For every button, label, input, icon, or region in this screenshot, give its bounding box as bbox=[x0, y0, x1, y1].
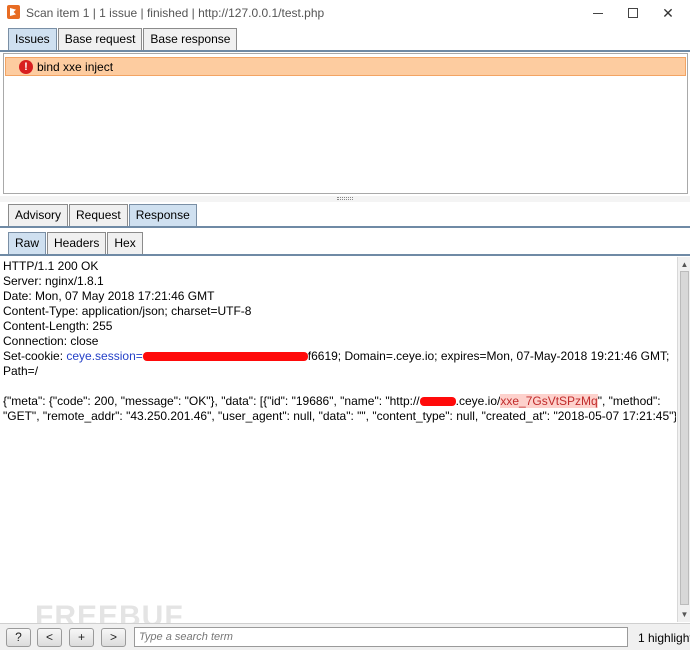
title-bar: Scan item 1 | 1 issue | finished | http:… bbox=[0, 0, 690, 26]
tab-raw[interactable]: Raw bbox=[8, 232, 47, 254]
issue-label: bind xxe inject bbox=[37, 59, 114, 74]
exclamation-icon: ! bbox=[19, 59, 33, 74]
redaction-mark bbox=[419, 397, 456, 407]
response-header: Content-Length: 255 bbox=[3, 319, 113, 333]
search-input[interactable] bbox=[134, 627, 628, 647]
tab-divider bbox=[0, 226, 690, 228]
maximize-button[interactable] bbox=[618, 2, 648, 24]
detail-tab-strip: Advisory Request Response bbox=[8, 204, 197, 226]
tab-response[interactable]: Response bbox=[128, 204, 197, 226]
response-header: Content-Type: application/json; charset=… bbox=[3, 304, 252, 318]
scroll-down-icon[interactable]: ▼ bbox=[679, 609, 690, 620]
minimize-button[interactable] bbox=[583, 2, 613, 24]
burp-app-icon bbox=[7, 5, 20, 19]
view-tab-strip: Raw Headers Hex bbox=[8, 232, 143, 254]
search-highlight: xxe_7GsVtSPzMq bbox=[500, 394, 598, 408]
minimize-icon bbox=[593, 12, 603, 14]
vertical-scrollbar[interactable]: ▲ ▼ bbox=[677, 257, 690, 622]
issues-list: ! bind xxe inject bbox=[3, 53, 688, 194]
highlight-count: 1 highlight bbox=[638, 631, 690, 645]
window-title: Scan item 1 | 1 issue | finished | http:… bbox=[26, 6, 325, 20]
scroll-up-icon[interactable]: ▲ bbox=[679, 259, 690, 270]
top-tab-strip: Issues Base request Base response bbox=[8, 28, 238, 50]
splitter-grip-icon[interactable] bbox=[337, 197, 353, 200]
response-body-line: {"meta": {"code": 200, "message": "OK"},… bbox=[3, 394, 661, 408]
next-match-button[interactable]: > bbox=[101, 628, 126, 647]
response-header: Server: nginx/1.8.1 bbox=[3, 274, 104, 288]
set-cookie-label: Set-cookie: bbox=[3, 349, 67, 363]
maximize-icon bbox=[628, 8, 638, 18]
response-header: Path=/ bbox=[3, 364, 39, 378]
previous-match-button[interactable]: < bbox=[37, 628, 62, 647]
response-header: Date: Mon, 07 May 2018 17:21:46 GMT bbox=[3, 289, 215, 303]
tab-request[interactable]: Request bbox=[69, 204, 128, 226]
cookie-name: ceye.session= bbox=[66, 349, 143, 363]
help-button[interactable]: ? bbox=[6, 628, 31, 647]
tab-base-request[interactable]: Base request bbox=[57, 28, 143, 50]
tab-divider bbox=[0, 50, 690, 52]
tab-headers[interactable]: Headers bbox=[47, 232, 107, 254]
tab-advisory[interactable]: Advisory bbox=[8, 204, 69, 226]
tab-base-response[interactable]: Base response bbox=[143, 28, 238, 50]
search-toolbar: ? < + > 1 highlight bbox=[0, 623, 690, 650]
response-header: Connection: close bbox=[3, 334, 99, 348]
body-text: ", "method": bbox=[597, 394, 661, 408]
cookie-attributes: f6619; Domain=.ceye.io; expires=Mon, 07-… bbox=[307, 349, 670, 363]
response-raw-view[interactable]: HTTP/1.1 200 OK Server: nginx/1.8.1 Date… bbox=[0, 257, 676, 622]
set-cookie-header: Set-cookie: ceye.session= f6619; Domain=.… bbox=[3, 349, 669, 363]
close-icon: ✕ bbox=[662, 4, 674, 21]
tab-hex[interactable]: Hex bbox=[107, 232, 143, 254]
close-button[interactable]: ✕ bbox=[653, 2, 683, 24]
response-body-line: "GET", "remote_addr": "43.250.201.46", "… bbox=[3, 409, 676, 423]
tab-divider bbox=[0, 254, 690, 256]
redaction-mark bbox=[142, 352, 308, 362]
body-text: .ceye.io/ bbox=[455, 394, 501, 408]
response-status-line: HTTP/1.1 200 OK bbox=[3, 259, 99, 273]
add-button[interactable]: + bbox=[69, 628, 94, 647]
body-text: {"meta": {"code": 200, "message": "OK"},… bbox=[3, 394, 420, 408]
tab-issues[interactable]: Issues bbox=[8, 28, 57, 50]
issue-row[interactable]: ! bind xxe inject bbox=[5, 57, 686, 76]
scrollbar-thumb[interactable] bbox=[680, 271, 689, 605]
